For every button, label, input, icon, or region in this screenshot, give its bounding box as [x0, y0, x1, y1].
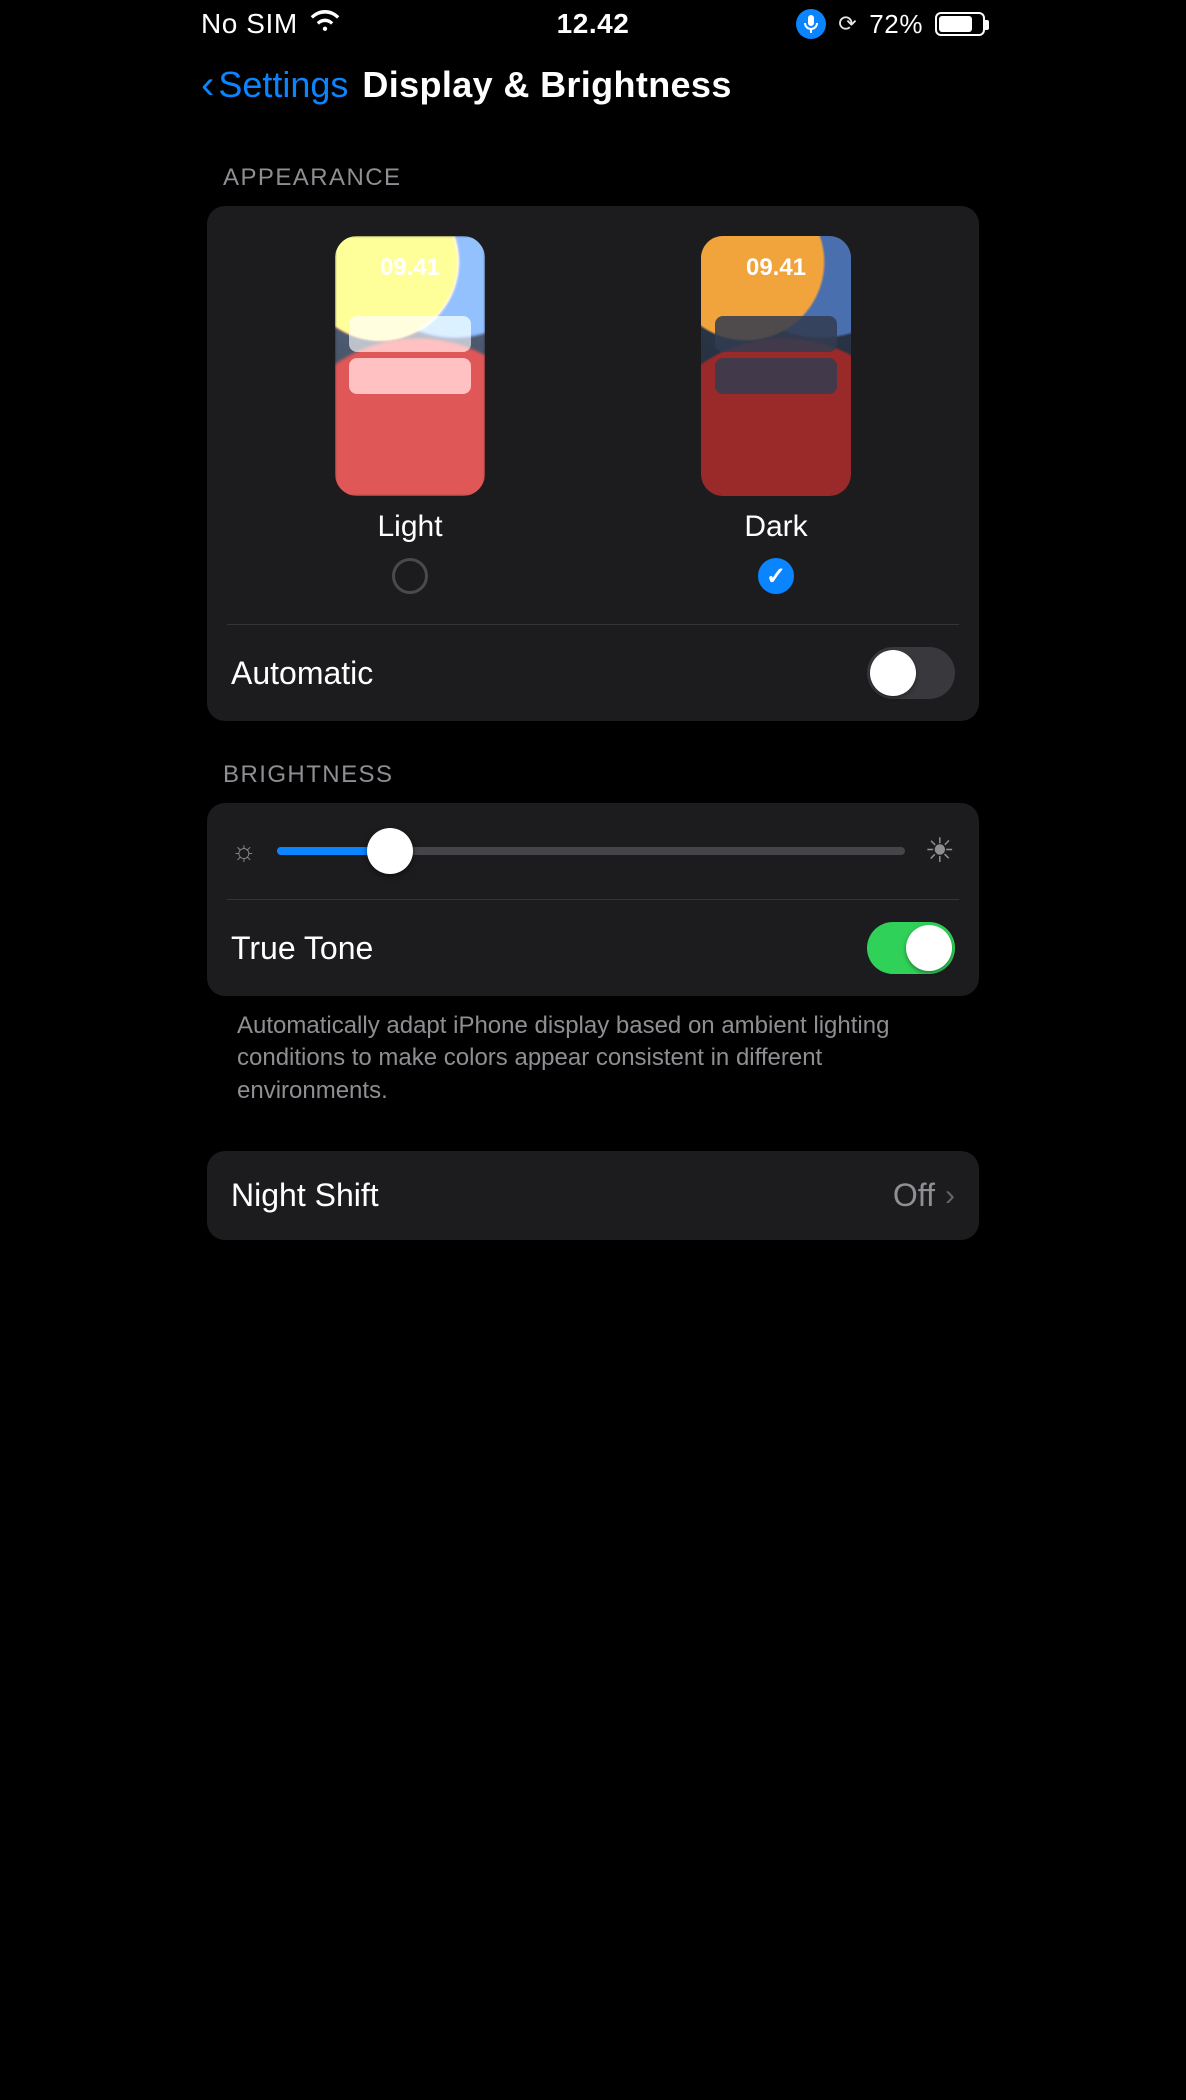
brightness-card: ☼ ☀ True Tone — [207, 803, 979, 996]
automatic-switch[interactable] — [867, 647, 955, 699]
sun-low-icon: ☼ — [231, 835, 257, 867]
dark-label: Dark — [744, 510, 807, 544]
truetone-label: True Tone — [231, 930, 373, 967]
back-button[interactable]: ‹ Settings — [201, 64, 348, 106]
wifi-icon — [310, 8, 340, 40]
back-label: Settings — [218, 64, 348, 106]
night-shift-row[interactable]: Night Shift Off › — [207, 1151, 979, 1240]
battery-percent: 72% — [869, 9, 923, 40]
chevron-right-icon: › — [945, 1179, 955, 1213]
clock: 12.42 — [557, 8, 630, 40]
automatic-row: Automatic — [207, 625, 979, 721]
truetone-switch[interactable] — [867, 922, 955, 974]
battery-icon — [935, 12, 985, 36]
appearance-card: 09.41 Light 09.41 Dark — [207, 206, 979, 721]
brightness-header: BRIGHTNESS — [223, 761, 963, 789]
night-shift-label: Night Shift — [231, 1177, 379, 1214]
appearance-light-option[interactable]: 09.41 Light — [335, 236, 485, 594]
chevron-left-icon: ‹ — [201, 65, 214, 105]
page-title: Display & Brightness — [362, 64, 731, 106]
mic-indicator-icon — [796, 9, 826, 39]
status-bar: No SIM 12.42 ⟳ 72% — [183, 0, 1003, 40]
carrier-label: No SIM — [201, 8, 298, 40]
dark-radio[interactable] — [758, 558, 794, 594]
night-shift-value: Off — [893, 1177, 935, 1214]
nav-bar: ‹ Settings Display & Brightness — [183, 40, 1003, 124]
light-radio[interactable] — [392, 558, 428, 594]
thumb-time: 09.41 — [701, 254, 851, 282]
truetone-footer: Automatically adapt iPhone display based… — [207, 996, 979, 1107]
sun-high-icon: ☀ — [925, 831, 955, 871]
truetone-row: True Tone — [207, 900, 979, 996]
dark-thumbnail: 09.41 — [701, 236, 851, 496]
orientation-lock-icon: ⟳ — [838, 11, 857, 37]
light-label: Light — [377, 510, 442, 544]
appearance-header: APPEARANCE — [223, 164, 963, 192]
automatic-label: Automatic — [231, 655, 373, 692]
light-thumbnail: 09.41 — [335, 236, 485, 496]
brightness-slider[interactable] — [277, 847, 905, 855]
appearance-dark-option[interactable]: 09.41 Dark — [701, 236, 851, 594]
thumb-time: 09.41 — [335, 254, 485, 282]
